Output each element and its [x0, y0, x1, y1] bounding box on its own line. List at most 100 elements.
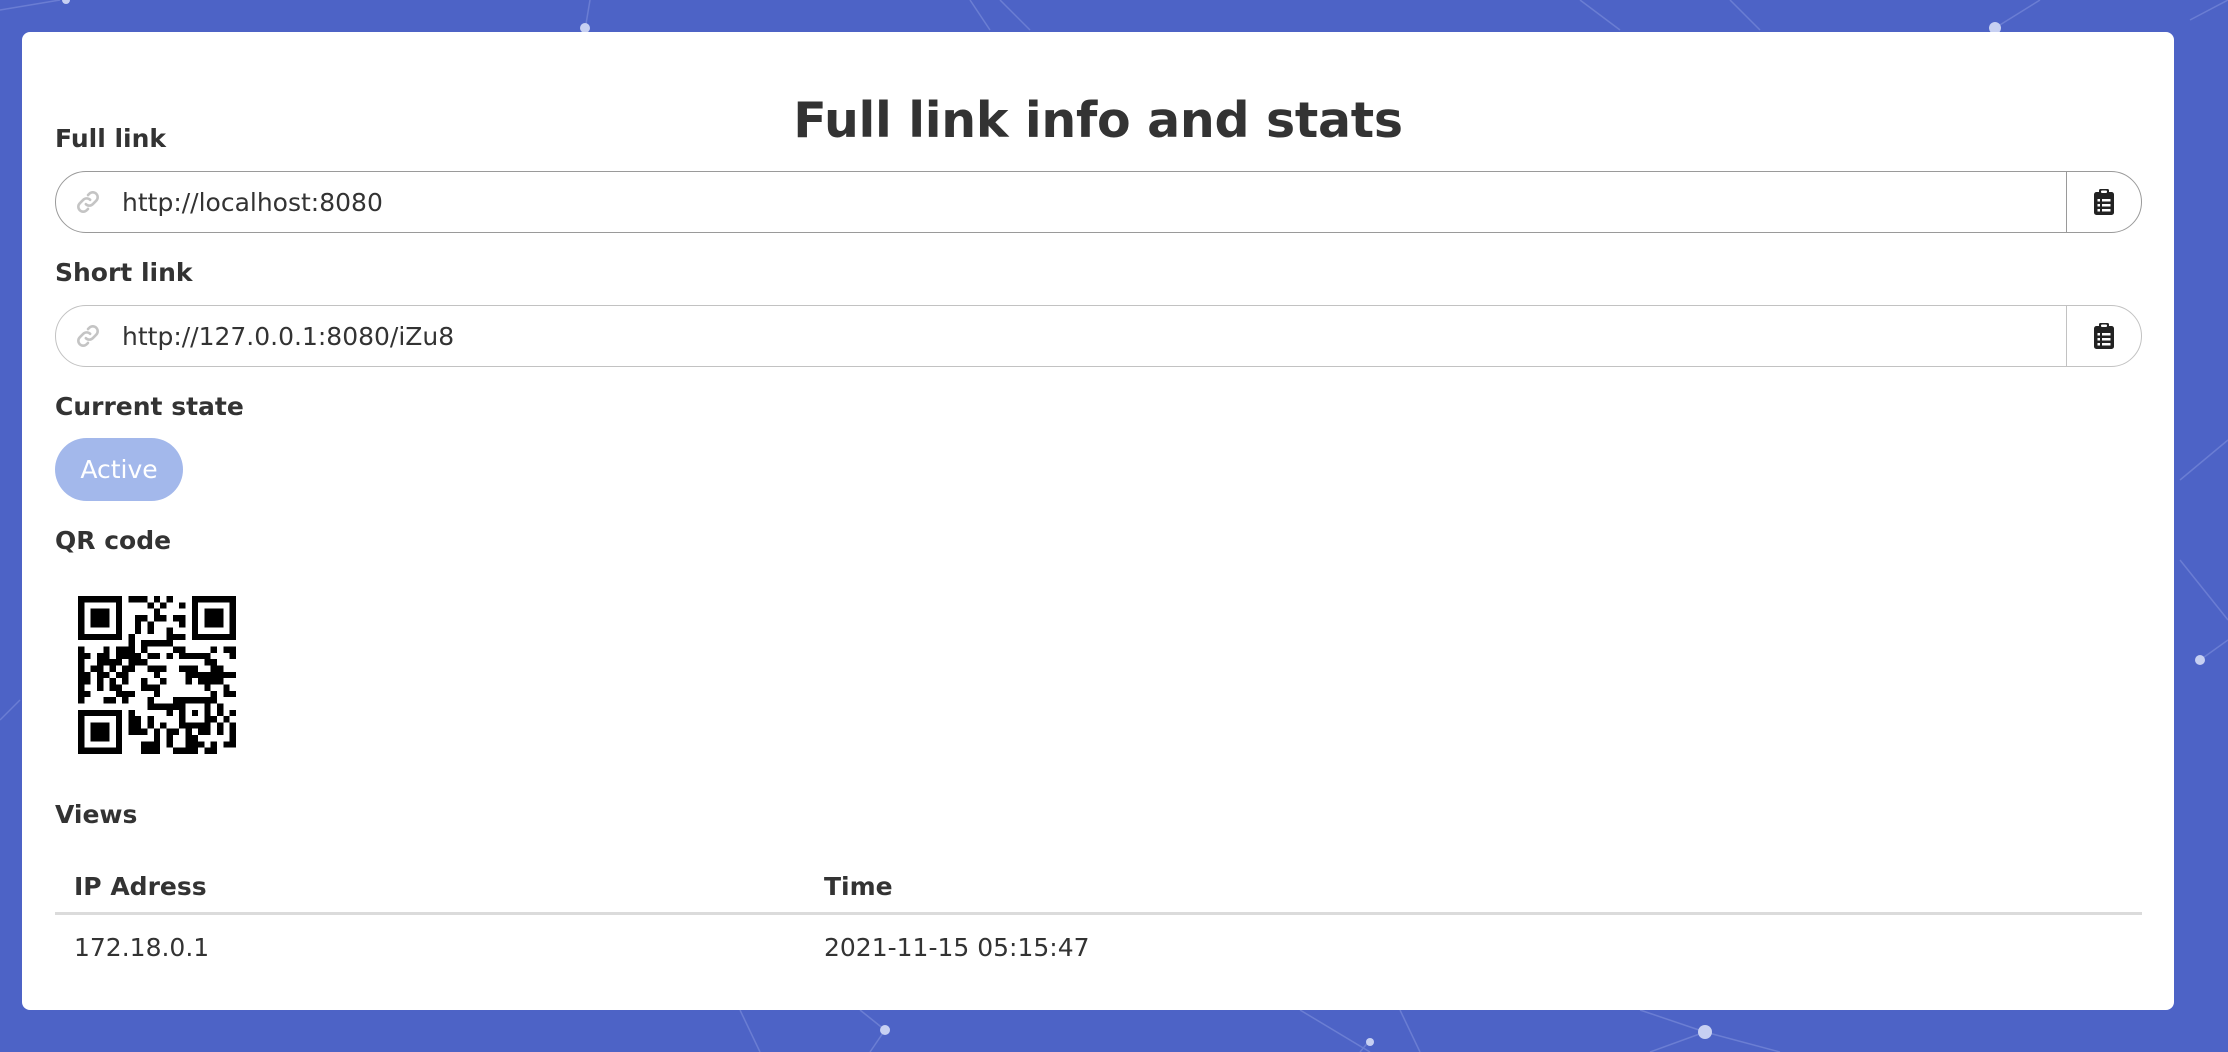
qr-module	[179, 665, 186, 672]
qr-module	[223, 671, 230, 679]
qr-module	[229, 614, 236, 622]
qr-module	[191, 741, 199, 748]
qr-module	[198, 741, 205, 748]
short-link-value[interactable]: http://127.0.0.1:8080/iZu8	[120, 322, 2066, 351]
qr-module	[109, 678, 116, 685]
qr-module	[191, 665, 199, 672]
column-header-time: Time	[824, 860, 2142, 915]
qr-module	[147, 602, 154, 609]
qr-module	[134, 614, 142, 622]
qr-module	[198, 633, 205, 641]
qr-module	[179, 633, 186, 641]
qr-module	[217, 665, 224, 672]
qr-module	[217, 671, 224, 679]
qr-module	[134, 621, 142, 628]
qr-module	[229, 709, 236, 717]
qr-module	[166, 652, 173, 660]
qr-module	[217, 678, 224, 685]
qr-module	[115, 614, 123, 622]
qr-module	[128, 690, 135, 698]
qr-module	[96, 633, 104, 641]
short-link-field[interactable]: http://127.0.0.1:8080/iZu8	[55, 305, 2142, 367]
qr-module	[179, 697, 186, 704]
qr-module	[115, 684, 123, 691]
qr-module	[179, 621, 186, 628]
qr-module	[160, 602, 167, 609]
qr-module	[229, 741, 236, 748]
qr-module	[229, 608, 236, 615]
qr-module	[90, 633, 97, 641]
qr-module	[166, 596, 173, 603]
qr-module	[160, 640, 167, 647]
qr-module	[103, 608, 110, 615]
qr-module	[229, 627, 236, 634]
copy-full-link-button[interactable]	[2066, 172, 2141, 232]
copy-short-link-button[interactable]	[2066, 306, 2141, 366]
qr-module	[191, 652, 199, 660]
qr-module	[84, 596, 91, 603]
qr-module	[84, 747, 91, 754]
qr-module	[103, 735, 110, 742]
qr-module	[172, 703, 180, 710]
qr-module	[204, 614, 211, 622]
qr-module	[115, 735, 123, 742]
qr-module	[198, 678, 205, 685]
qr-module	[115, 621, 123, 628]
qr-module	[128, 646, 135, 653]
qr-module	[128, 728, 135, 736]
qr-module	[217, 633, 224, 641]
qr-module	[103, 728, 110, 736]
full-link-label: Full link	[55, 124, 167, 153]
qr-module	[103, 646, 110, 653]
qr-module	[115, 633, 123, 641]
qr-module	[103, 659, 110, 666]
qr-module	[153, 640, 161, 647]
qr-module	[128, 722, 135, 729]
full-link-field[interactable]: http://localhost:8080	[55, 171, 2142, 233]
qr-module	[179, 747, 186, 754]
qr-module	[84, 690, 91, 698]
qr-module	[78, 665, 85, 672]
full-link-value[interactable]: http://localhost:8080	[120, 188, 2066, 217]
qr-module	[103, 621, 110, 628]
qr-module	[147, 640, 154, 647]
qr-module	[160, 703, 167, 710]
qr-module	[229, 735, 236, 742]
qr-module	[210, 665, 218, 672]
qr-module	[115, 659, 123, 666]
qr-module	[147, 697, 154, 704]
qr-module	[109, 684, 116, 691]
qr-module	[160, 678, 167, 685]
qr-module	[198, 722, 205, 729]
qr-module	[191, 671, 199, 679]
qr-module	[204, 722, 211, 729]
qr-module	[160, 722, 167, 729]
qr-module	[90, 665, 97, 672]
qr-module	[153, 690, 161, 698]
qr-module	[185, 735, 192, 742]
state-toggle-button[interactable]: Active	[55, 438, 183, 501]
qr-module	[179, 722, 186, 729]
qr-module	[229, 621, 236, 628]
qr-module	[141, 640, 148, 647]
qr-module	[141, 646, 148, 653]
qr-module	[122, 678, 129, 685]
qr-module	[134, 659, 142, 666]
qr-module	[141, 614, 148, 622]
qr-module	[115, 728, 123, 736]
qr-module	[78, 608, 85, 615]
qr-module	[153, 652, 161, 660]
qr-module	[84, 678, 91, 685]
qr-module	[109, 596, 116, 603]
qr-module	[204, 697, 211, 704]
qr-module	[103, 671, 110, 679]
qr-module	[153, 665, 161, 672]
qr-module	[179, 652, 186, 660]
qr-module	[172, 614, 180, 622]
qr-module	[153, 735, 161, 742]
qr-module	[103, 596, 110, 603]
qr-module	[78, 735, 85, 742]
qr-module	[229, 596, 236, 603]
qr-module	[191, 627, 199, 634]
link-info-card: Full link info and stats Full link http:…	[22, 32, 2174, 1010]
